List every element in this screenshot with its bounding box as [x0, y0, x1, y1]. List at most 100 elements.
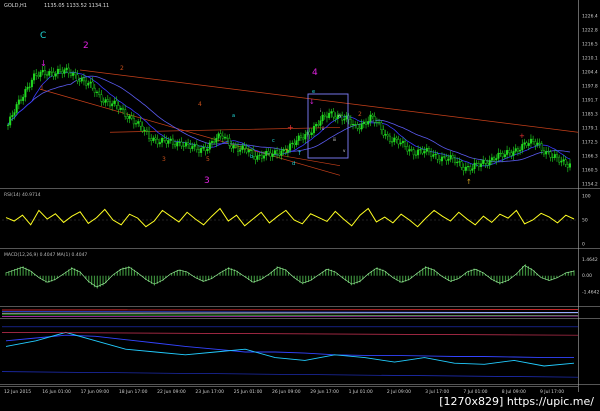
oscillator-band — [1, 332, 579, 336]
candle-body — [169, 138, 172, 141]
price-tick-label: 1160.5 — [582, 168, 598, 174]
candle-body — [171, 138, 174, 145]
candle-body — [245, 148, 248, 153]
time-tick-label: 23 Jun 17:00 — [195, 389, 224, 395]
candle-body — [180, 141, 183, 147]
rsi-line — [5, 207, 575, 228]
wave-label: v — [343, 148, 346, 153]
candle-body — [560, 160, 563, 163]
candle-body — [497, 152, 500, 159]
candle-body — [395, 137, 398, 140]
price-tick-label: 1172.5 — [582, 140, 598, 146]
candle-body — [128, 115, 131, 119]
candle-body — [243, 145, 246, 149]
time-tick-label: 16 Jun 01:00 — [42, 389, 71, 395]
candle-body — [464, 166, 467, 171]
candle-body — [356, 124, 359, 129]
candle-body — [24, 89, 27, 98]
candle-body — [519, 149, 522, 152]
chart-ohlc-label: 1135.05 1133.52 1134.11 — [44, 3, 109, 9]
candle-body — [163, 138, 166, 141]
candle-body — [549, 151, 552, 158]
candle-body — [139, 121, 142, 127]
candle-body — [423, 151, 426, 154]
chart-marker: + — [287, 123, 294, 132]
chart-symbol-label: GOLD,H1 — [4, 3, 27, 9]
candle-body — [388, 135, 391, 142]
candle-body — [210, 141, 213, 143]
candle-body — [65, 67, 68, 70]
candle-body — [223, 136, 226, 139]
candle-body — [501, 153, 504, 158]
candle-body — [480, 163, 483, 167]
candle-body — [310, 132, 313, 135]
candle-body — [74, 72, 77, 76]
candle-body — [241, 145, 244, 150]
candle-body — [239, 149, 242, 152]
macd-tick-label: -1.4642 — [582, 289, 600, 295]
candle-body — [41, 70, 44, 73]
time-tick-label: 25 Jun 01:00 — [234, 389, 263, 395]
candle-body — [35, 73, 38, 76]
candle-body — [104, 99, 107, 103]
watermark: [1270x829] https://upic.me/ — [436, 394, 597, 409]
candle-body — [130, 115, 133, 119]
wave-label: 2 — [83, 41, 89, 51]
candle-body — [325, 115, 328, 118]
candle-body — [475, 162, 478, 164]
candle-body — [289, 143, 292, 151]
ribbon-line — [1, 311, 579, 313]
candle-body — [397, 139, 400, 145]
wave-label: e — [312, 89, 315, 95]
macd-tick-label: 1.4642 — [582, 257, 598, 263]
candle-body — [271, 153, 274, 157]
candle-body — [52, 72, 55, 77]
price-tick-label: 1191.7 — [582, 98, 598, 104]
candle-body — [460, 161, 463, 168]
wave-label: b — [250, 154, 253, 160]
candle-body — [365, 121, 368, 125]
candle-body — [237, 146, 240, 152]
candle-body — [78, 80, 81, 82]
candle-body — [488, 160, 491, 166]
candle-body — [191, 146, 194, 149]
candle-body — [529, 138, 532, 144]
candle-body — [484, 159, 487, 164]
candle-body — [26, 86, 29, 90]
candle-body — [458, 161, 461, 163]
candle-body — [421, 149, 424, 154]
candle-body — [193, 144, 196, 147]
candle-body — [217, 133, 220, 139]
chart-canvas[interactable]: GOLD,H1 1135.05 1133.52 1134.11 RSI(14) … — [0, 0, 600, 411]
chart-marker: + — [519, 132, 525, 140]
wave-label: 3 — [204, 176, 210, 186]
candle-body — [527, 143, 530, 146]
candle-body — [278, 153, 281, 156]
candle-body — [304, 134, 307, 140]
price-tick-label: 1179.1 — [582, 126, 598, 132]
price-tick-label: 1185.3 — [582, 112, 598, 118]
candle-body — [391, 141, 394, 143]
candle-body — [200, 148, 203, 153]
candle-body — [378, 122, 381, 124]
candle-body — [187, 142, 190, 145]
wave-label: 5 — [206, 156, 210, 163]
candle-body — [91, 81, 94, 89]
candle-body — [11, 115, 14, 118]
candle-body — [9, 116, 12, 126]
candle-body — [349, 119, 352, 126]
candle-body — [443, 156, 446, 158]
candle-body — [197, 149, 200, 153]
candle-body — [221, 135, 224, 139]
candle-body — [291, 142, 294, 145]
time-tick-label: 12 Jun 2015 — [4, 389, 31, 395]
oscillator-band — [1, 371, 579, 378]
candle-body — [315, 124, 318, 127]
candle-body — [308, 131, 311, 135]
candle-body — [495, 158, 498, 161]
wave-label: 2 — [358, 111, 362, 118]
candle-body — [486, 162, 489, 166]
candle-body — [508, 150, 511, 154]
candle-body — [438, 158, 441, 162]
candle-body — [150, 138, 153, 142]
